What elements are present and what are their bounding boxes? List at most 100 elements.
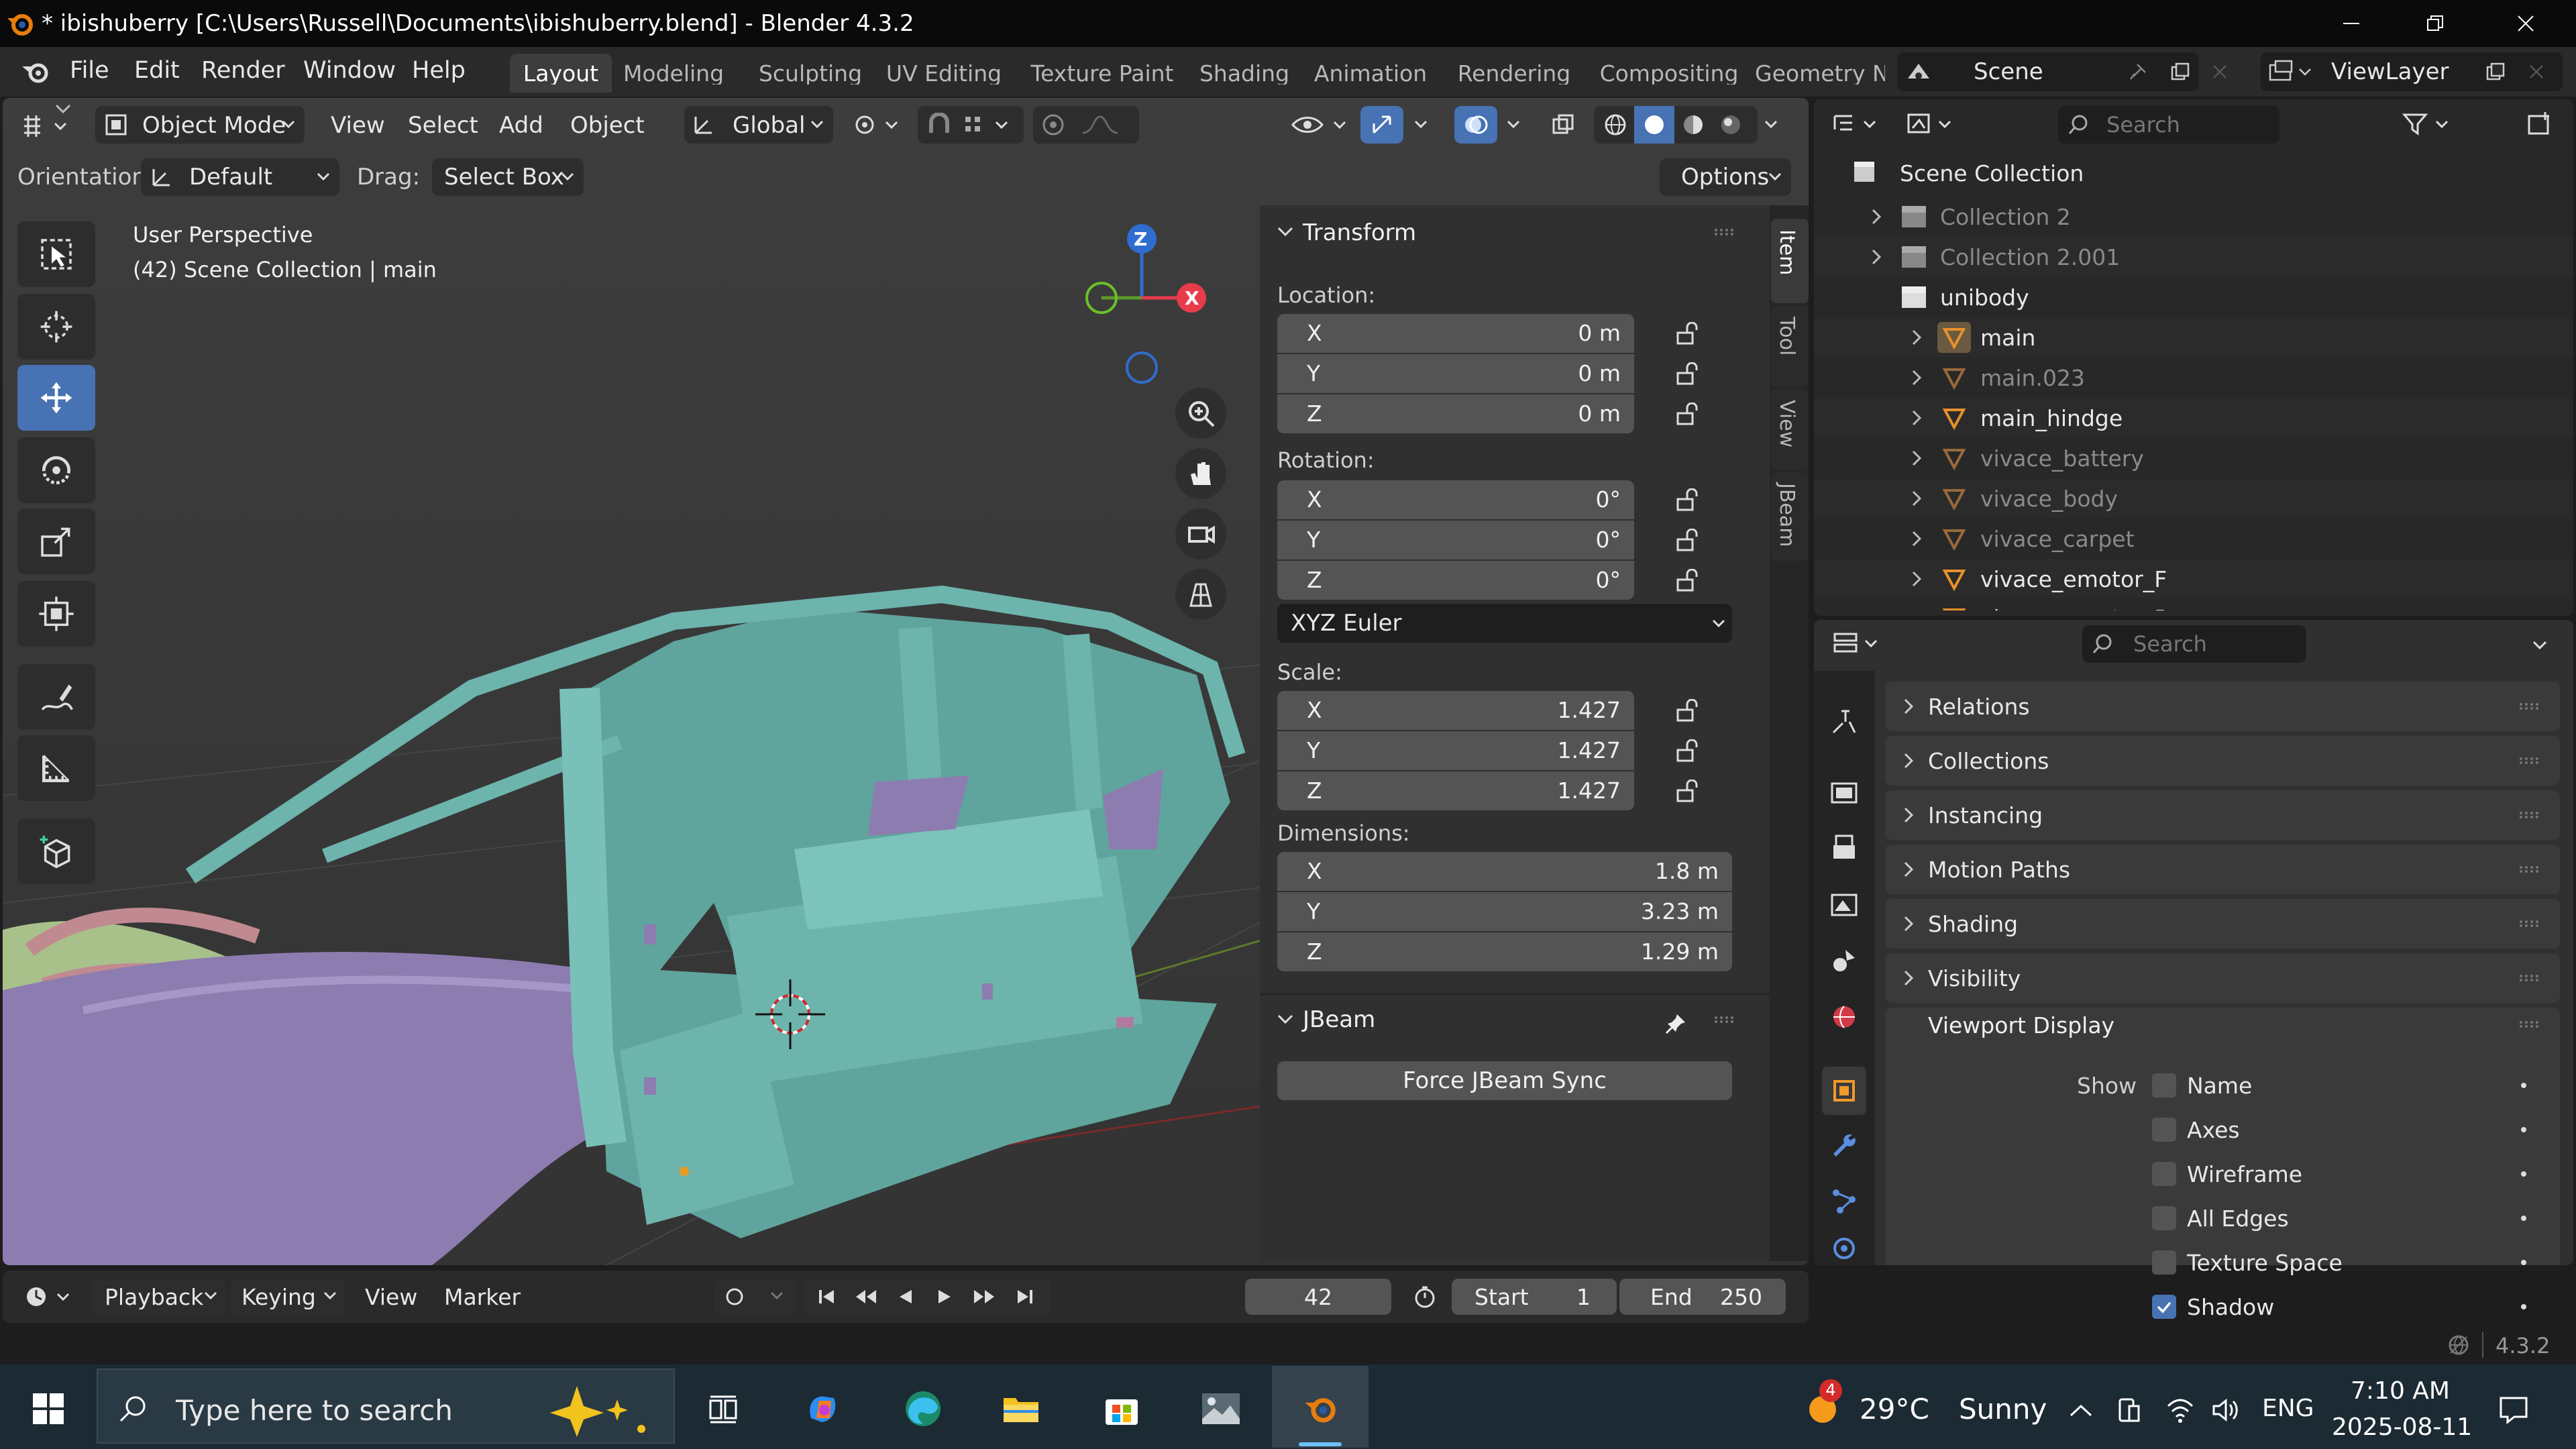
chevron-down-icon[interactable]: [51, 97, 75, 122]
chevron-up-icon[interactable]: [2062, 1391, 2100, 1429]
lock-icon[interactable]: [1673, 525, 1704, 555]
snap-magnet-icon[interactable]: [920, 109, 958, 141]
chevron-down-icon[interactable]: [1407, 113, 1434, 137]
microsoft-store-icon[interactable]: [1095, 1383, 1148, 1434]
stopwatch-icon[interactable]: [1405, 1280, 1445, 1313]
lock-icon[interactable]: [1673, 484, 1704, 515]
chevron-down-icon[interactable]: [1758, 113, 1784, 137]
jump-keyframe-forward-icon[interactable]: [966, 1281, 1004, 1312]
restore-icon[interactable]: [2398, 0, 2472, 47]
pivot-point-icon[interactable]: [848, 107, 908, 142]
all-edges-checkbox[interactable]: [2152, 1206, 2176, 1230]
workspace-tab-geometry-n[interactable]: Geometry N: [1755, 62, 1885, 85]
add-cube-tool-icon[interactable]: [17, 818, 95, 884]
wireframe-checkbox[interactable]: [2152, 1162, 2176, 1186]
viewport-display-section-title[interactable]: Viewport Display: [1928, 1014, 2114, 1036]
rotate-tool-icon[interactable]: [17, 437, 95, 503]
menu-window[interactable]: Window: [303, 59, 396, 83]
transform-panel-title[interactable]: Transform: [1303, 221, 1416, 244]
select-menu[interactable]: Select: [408, 114, 478, 137]
workspace-tab-modeling[interactable]: Modeling: [616, 62, 731, 85]
clock-date[interactable]: 2025-08-11: [2332, 1415, 2472, 1440]
drag-handle-icon[interactable]: [2516, 857, 2542, 882]
notifications-icon[interactable]: [2490, 1386, 2537, 1433]
tool-properties-icon[interactable]: [1822, 698, 1866, 746]
delete-viewlayer-icon[interactable]: [2520, 55, 2553, 89]
file-explorer-icon[interactable]: [994, 1383, 1048, 1434]
menu-render[interactable]: Render: [201, 59, 285, 83]
camera-view-icon[interactable]: [1175, 508, 1226, 559]
lock-icon[interactable]: [1673, 358, 1704, 389]
chevron-right-icon[interactable]: [1905, 445, 1929, 471]
phone-link-icon[interactable]: [2109, 1391, 2147, 1429]
drag-handle-icon[interactable]: [2516, 1012, 2542, 1037]
chevron-right-icon[interactable]: [1905, 365, 1929, 390]
wifi-icon[interactable]: [2161, 1391, 2199, 1429]
weather-temp[interactable]: 29°C: [1860, 1395, 1929, 1424]
keyframe-dot-icon[interactable]: [2521, 1083, 2526, 1088]
annotate-tool-icon[interactable]: [17, 664, 95, 730]
wireframe-shading-icon[interactable]: [1597, 109, 1634, 141]
chevron-right-icon[interactable]: [1905, 486, 1929, 511]
filter-icon[interactable]: [2395, 107, 2462, 141]
delete-scene-icon[interactable]: [2203, 55, 2237, 89]
drag-handle-icon[interactable]: [1711, 1006, 1737, 1033]
display-mode-icon[interactable]: [1902, 107, 1963, 141]
world-properties-icon[interactable]: [1822, 993, 1866, 1041]
chevron-down-icon[interactable]: [1500, 113, 1527, 137]
view-menu[interactable]: View: [331, 114, 385, 137]
xray-toggle-icon[interactable]: [1544, 107, 1582, 142]
drag-handle-icon[interactable]: [2516, 802, 2542, 828]
keyframe-dot-icon[interactable]: [2521, 1171, 2526, 1177]
play-icon[interactable]: [926, 1281, 963, 1312]
view-layer-properties-icon[interactable]: [1822, 880, 1866, 928]
play-reverse-icon[interactable]: [887, 1281, 924, 1312]
chevron-down-icon[interactable]: [1272, 1006, 1299, 1033]
drag-handle-icon[interactable]: [2516, 748, 2542, 773]
pin-icon[interactable]: [2121, 55, 2155, 89]
chevron-right-icon[interactable]: [1905, 526, 1929, 551]
pan-hand-icon[interactable]: [1175, 448, 1226, 499]
physics-properties-icon[interactable]: [1822, 1232, 1866, 1265]
lock-icon[interactable]: [1673, 735, 1704, 766]
lock-icon[interactable]: [1673, 565, 1704, 596]
workspace-tab-sculpting[interactable]: Sculpting: [754, 62, 867, 85]
chevron-right-icon[interactable]: [1905, 566, 1929, 592]
material-shading-icon[interactable]: [1674, 109, 1712, 141]
workspace-tab-layout[interactable]: Layout: [510, 62, 612, 85]
add-menu[interactable]: Add: [499, 114, 543, 137]
drag-handle-icon[interactable]: [1711, 219, 1737, 246]
photos-app-icon[interactable]: [1194, 1383, 1248, 1434]
keyframe-dot-icon[interactable]: [2521, 1216, 2526, 1221]
snap-increment-icon[interactable]: [958, 109, 1018, 141]
render-properties-icon[interactable]: [1822, 769, 1866, 817]
chevron-right-icon[interactable]: [1905, 605, 1929, 610]
scene-properties-icon[interactable]: [1822, 936, 1866, 985]
chevron-right-icon[interactable]: [1905, 325, 1929, 350]
workspace-tab-rendering[interactable]: Rendering: [1445, 62, 1583, 85]
blender-menu-icon[interactable]: [12, 54, 59, 90]
volume-icon[interactable]: [2207, 1391, 2245, 1429]
zoom-icon[interactable]: [1175, 388, 1226, 439]
drag-handle-icon[interactable]: [2516, 911, 2542, 936]
timeline-marker-menu[interactable]: Marker: [444, 1286, 521, 1308]
workspace-tab-texture-paint[interactable]: Texture Paint: [1024, 62, 1181, 85]
output-properties-icon[interactable]: [1822, 824, 1866, 872]
falloff-curve-icon[interactable]: [1073, 109, 1127, 141]
workspace-tab-shading[interactable]: Shading: [1193, 62, 1296, 85]
scene-name[interactable]: Scene: [1974, 60, 2043, 83]
chevron-right-icon[interactable]: [1865, 244, 1889, 270]
select-box-tool-icon[interactable]: [17, 221, 95, 287]
keyframe-dot-icon[interactable]: [2521, 1304, 2526, 1309]
jbeam-panel-title[interactable]: JBeam: [1303, 1008, 1375, 1031]
jump-to-end-icon[interactable]: [1006, 1281, 1044, 1312]
windows-start-icon[interactable]: [20, 1383, 76, 1434]
drag-handle-icon[interactable]: [2516, 965, 2542, 991]
keyframe-dot-icon[interactable]: [2521, 1127, 2526, 1132]
menu-file[interactable]: File: [70, 59, 109, 83]
close-window-icon[interactable]: [2489, 0, 2563, 47]
modifier-properties-icon[interactable]: [1822, 1122, 1866, 1170]
chevron-down-icon[interactable]: [2526, 632, 2553, 659]
transform-tool-icon[interactable]: [17, 581, 95, 647]
language-indicator[interactable]: ENG: [2262, 1397, 2314, 1421]
